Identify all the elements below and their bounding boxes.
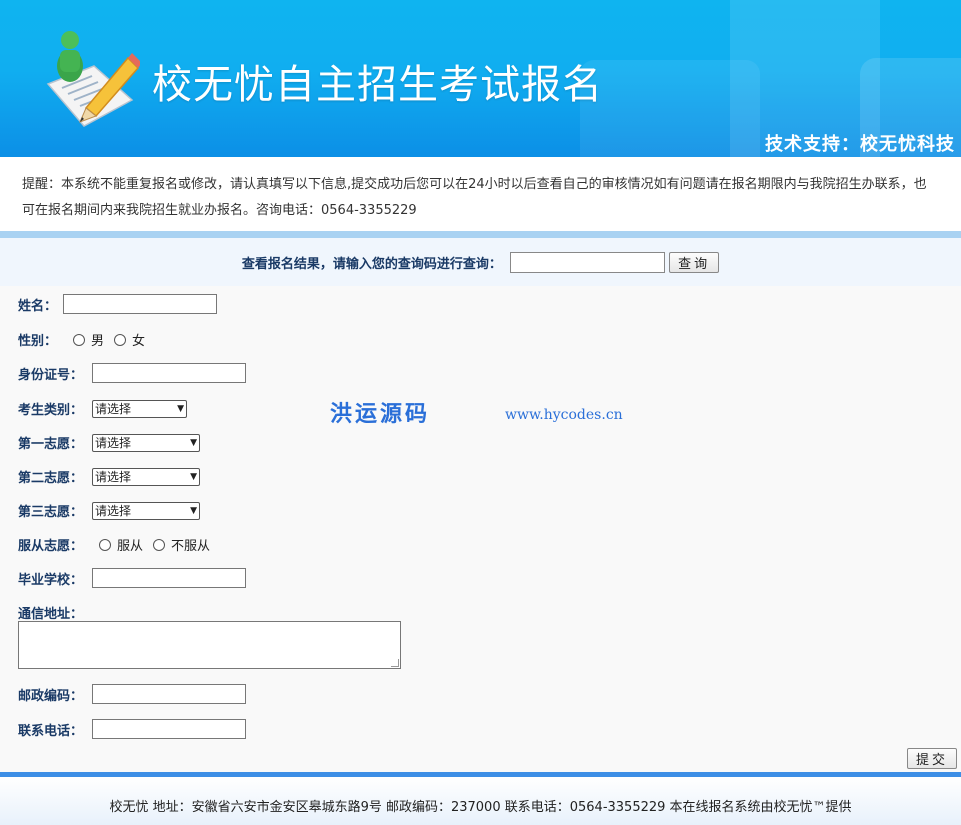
obey-label: 服从志愿： <box>18 539 84 554</box>
divider <box>0 231 961 238</box>
submit-button[interactable]: 提交 <box>907 748 958 769</box>
id-row: 身份证号： <box>18 363 247 383</box>
choice2-label: 第二志愿： <box>18 471 84 486</box>
gender-male-label: 男 <box>91 334 105 349</box>
gender-male-radio[interactable] <box>73 333 86 346</box>
gender-label: 性别： <box>18 334 58 349</box>
category-row: 考生类别： 请选择 ▼ <box>18 399 188 418</box>
address-textarea[interactable] <box>18 621 401 669</box>
query-bar: 查看报名结果，请输入您的查询码进行查询： 查询 <box>0 238 961 286</box>
obey-row: 服从志愿： 服从 不服从 <box>18 535 220 554</box>
obey-no-label: 不服从 <box>171 539 211 554</box>
phone-input[interactable] <box>92 719 247 739</box>
address-row: 通信地址： <box>18 603 83 622</box>
tech-support-text: 技术支持：校无忧科技 <box>765 134 955 155</box>
choice1-select[interactable]: 请选择 ▼ <box>92 433 201 452</box>
choice3-row: 第三志愿： 请选择 ▼ <box>18 501 201 520</box>
school-row: 毕业学校： <box>18 568 247 588</box>
gender-row: 性别： 男 女 <box>18 330 155 349</box>
id-number-label: 身份证号： <box>18 367 84 383</box>
school-input[interactable] <box>92 568 247 588</box>
choice2-row: 第二志愿： 请选择 ▼ <box>18 467 201 486</box>
resize-handle-icon[interactable] <box>391 659 399 667</box>
choice2-select-value: 请选择 <box>95 470 132 484</box>
category-select[interactable]: 请选择 ▼ <box>92 399 188 418</box>
category-label: 考生类别： <box>18 403 84 418</box>
chevron-down-icon: ▼ <box>190 437 198 448</box>
obey-yes-radio[interactable] <box>99 538 112 551</box>
registration-form: 姓名： 性别： 男 女 身份证号： 考生类别： 请选择 ▼ 第一志愿： 请选择 … <box>0 286 961 772</box>
footer-text: 校无忧 地址：安徽省六安市金安区皋城东路9号 邮政编码：237000 联系电话：… <box>0 777 961 825</box>
site-title: 校无忧自主招生考试报名 <box>152 62 603 108</box>
choice2-select[interactable]: 请选择 ▼ <box>92 467 201 486</box>
name-row: 姓名： <box>18 294 218 314</box>
postcode-input[interactable] <box>92 684 247 704</box>
choice1-select-value: 请选择 <box>95 436 132 450</box>
gender-female-radio[interactable] <box>114 333 127 346</box>
choice3-select-value: 请选择 <box>95 504 132 518</box>
obey-yes-label: 服从 <box>117 539 144 554</box>
phone-label: 联系电话： <box>18 723 84 739</box>
postcode-label: 邮政编码： <box>18 688 84 704</box>
school-label: 毕业学校： <box>18 572 84 588</box>
watermark-text: 洪运源码 <box>330 402 431 427</box>
address-label: 通信地址： <box>18 607 84 622</box>
phone-row: 联系电话： <box>18 719 247 739</box>
notice-text: 提醒：本系统不能重复报名或修改，请认真填写以下信息,提交成功后您可以在24小时以… <box>0 157 961 232</box>
chevron-down-icon: ▼ <box>177 403 185 414</box>
postcode-row: 邮政编码： <box>18 684 247 704</box>
chevron-down-icon: ▼ <box>190 505 198 516</box>
query-label: 查看报名结果，请输入您的查询码进行查询： <box>241 257 502 272</box>
id-number-input[interactable] <box>92 363 247 383</box>
query-button[interactable]: 查询 <box>669 252 720 273</box>
header-banner: 校无忧自主招生考试报名 技术支持：校无忧科技 <box>0 0 961 157</box>
choice3-label: 第三志愿： <box>18 505 84 520</box>
name-input[interactable] <box>63 294 218 314</box>
query-code-input[interactable] <box>510 252 665 273</box>
choice1-label: 第一志愿： <box>18 437 84 452</box>
registration-logo-icon <box>46 31 140 127</box>
category-select-value: 请选择 <box>95 402 132 416</box>
watermark-url: www.hycodes.cn <box>505 407 623 423</box>
choice1-row: 第一志愿： 请选择 ▼ <box>18 433 201 452</box>
name-label: 姓名： <box>18 298 58 314</box>
choice3-select[interactable]: 请选择 ▼ <box>92 501 201 520</box>
chevron-down-icon: ▼ <box>190 471 198 482</box>
gender-female-label: 女 <box>132 334 146 349</box>
obey-no-radio[interactable] <box>153 538 166 551</box>
